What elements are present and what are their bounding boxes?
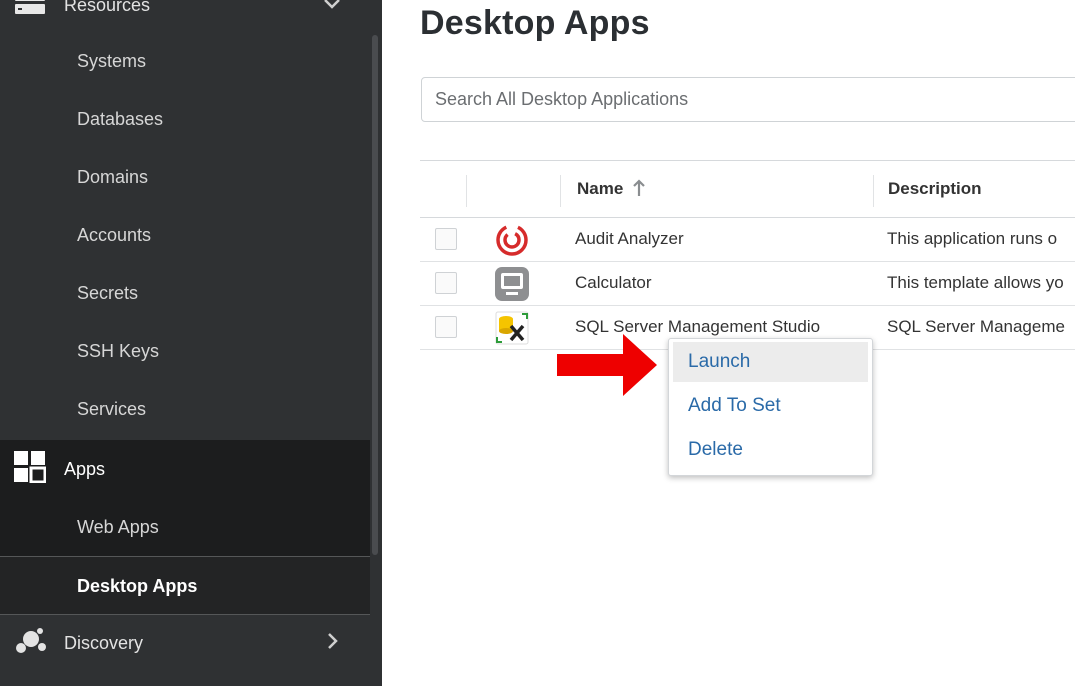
row-name: Audit Analyzer [575,229,684,248]
column-divider [560,175,561,207]
sidebar-item-desktop-apps[interactable]: Desktop Apps [0,557,370,615]
sidebar: Resources Systems Databases Domains Acco… [0,0,382,686]
sidebar-item-label: Databases [77,108,164,129]
apps-grid-icon [14,450,47,488]
sidebar-item-label: Secrets [77,282,139,303]
column-header-name[interactable]: Name [577,179,623,199]
sidebar-item-secrets[interactable]: Secrets [0,264,370,322]
context-menu: Launch Add To Set Delete [668,338,873,476]
row-description: This template allows yo [887,273,1064,292]
sidebar-item-label: Domains [77,166,149,187]
sidebar-item-databases[interactable]: Databases [0,90,370,148]
audit-analyzer-icon [493,222,531,258]
sidebar-item-accounts[interactable]: Accounts [0,206,370,264]
sidebar-item-domains[interactable]: Domains [0,148,370,206]
sidebar-item-web-apps[interactable]: Web Apps [0,498,370,556]
column-header-description[interactable]: Description [888,179,982,199]
chevron-down-icon[interactable] [322,0,342,18]
sidebar-group-apps[interactable]: Apps [0,440,370,498]
discovery-icon [14,626,48,661]
row-name: Calculator [575,273,652,292]
column-divider [466,175,467,207]
search-input[interactable] [421,77,1075,122]
sidebar-item-label: SSH Keys [77,340,160,361]
row-description: SQL Server Manageme [887,317,1065,336]
calculator-icon [493,266,531,302]
sidebar-item-services[interactable]: Services [0,380,370,438]
sidebar-item-systems[interactable]: Systems [0,32,370,90]
sidebar-item-label: Services [77,398,147,419]
server-icon [14,0,46,24]
table-header: Name Description [420,160,1075,218]
page-title: Desktop Apps [420,4,650,42]
row-checkbox[interactable] [435,316,457,338]
sidebar-group-label: Apps [64,458,106,479]
sidebar-item-ssh-keys[interactable]: SSH Keys [0,322,370,380]
row-checkbox[interactable] [435,272,457,294]
column-divider [873,175,874,207]
sidebar-group-discovery[interactable]: Discovery [0,614,370,672]
sidebar-item-label: Accounts [77,224,152,245]
sidebar-group-label: Resources [64,0,151,15]
chevron-right-icon[interactable] [322,631,342,656]
sidebar-item-label: Web Apps [77,516,159,537]
sql-server-icon [493,310,531,346]
annotation-arrow-icon [557,334,657,401]
sidebar-scrollbar[interactable] [372,35,378,555]
sidebar-group-resources[interactable]: Resources [0,0,370,34]
sort-ascending-icon[interactable] [632,179,646,202]
table-row[interactable]: Calculator This template allows yo [420,262,1075,306]
table-row[interactable]: Audit Analyzer This application runs o [420,218,1075,262]
row-description: This application runs o [887,229,1058,248]
sidebar-group-label: Discovery [64,632,144,653]
menu-item-launch[interactable]: Launch [673,342,868,382]
row-checkbox[interactable] [435,228,457,250]
sidebar-item-label: Systems [77,50,147,71]
sidebar-item-label: Desktop Apps [77,575,198,596]
menu-item-delete[interactable]: Delete [673,430,868,470]
menu-item-add-to-set[interactable]: Add To Set [673,386,868,426]
